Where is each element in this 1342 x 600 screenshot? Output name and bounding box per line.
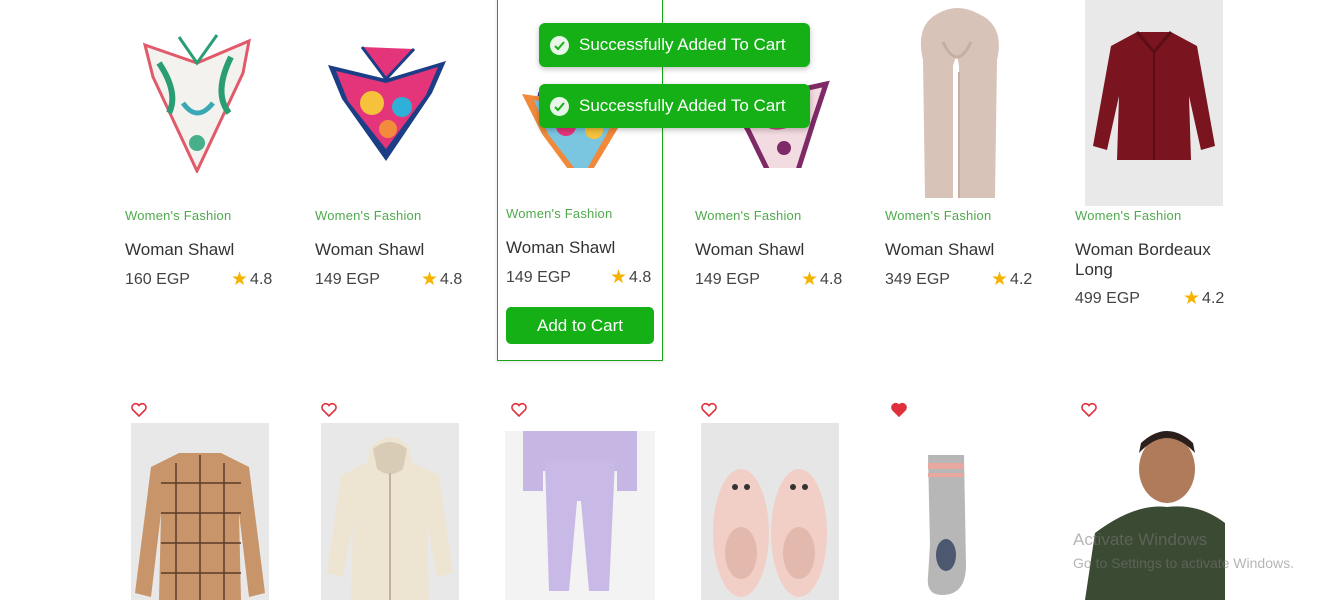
- product-title: Woman Shawl: [125, 240, 235, 259]
- product-category: Women's Fashion: [885, 208, 992, 223]
- product-price: 160 EGP: [125, 271, 190, 288]
- scarf-pink-icon: [328, 46, 446, 161]
- star-icon: ★: [610, 267, 628, 288]
- product-price: 149 EGP: [695, 271, 760, 288]
- watermark-title: Activate Windows: [1073, 530, 1208, 549]
- product-title: Woman Shawl: [695, 240, 805, 259]
- product-rating: ★ 4.8: [231, 269, 273, 290]
- star-icon: ★: [991, 269, 1009, 290]
- scarf-beige-icon: [920, 8, 999, 198]
- heart-outline-icon[interactable]: [130, 402, 148, 418]
- product-image[interactable]: [1067, 0, 1227, 206]
- heart-outline-icon[interactable]: [700, 402, 718, 418]
- product-price: 349 EGP: [885, 271, 950, 288]
- plaid-shirt-icon[interactable]: [131, 423, 269, 600]
- product-image[interactable]: [117, 0, 277, 206]
- product-category: Women's Fashion: [125, 208, 232, 223]
- heart-outline-icon[interactable]: [510, 402, 528, 418]
- product-title: Woman Shawl: [885, 240, 995, 259]
- product-category: Women's Fashion: [315, 208, 422, 223]
- heart-filled-icon[interactable]: [890, 402, 908, 418]
- success-toast: Successfully Added To Cart: [539, 84, 810, 128]
- product-rating: ★ 4.2: [991, 269, 1033, 290]
- product-category: Women's Fashion: [695, 208, 802, 223]
- product-image[interactable]: [307, 0, 467, 206]
- product-image[interactable]: [877, 0, 1037, 206]
- toast-text: Successfully Added To Cart: [579, 96, 786, 115]
- product-title: Woman Shawl: [315, 240, 425, 259]
- sock-icon[interactable]: [918, 455, 978, 600]
- product-title: Woman Bordeaux Long: [1075, 240, 1211, 279]
- rating-value: 4.2: [1202, 290, 1225, 307]
- rating-value: 4.2: [1010, 271, 1033, 288]
- star-icon: ★: [1183, 288, 1201, 309]
- rating-value: 4.8: [629, 269, 652, 286]
- hoodie-icon[interactable]: [321, 423, 459, 600]
- watermark-subtitle: Go to Settings to activate Windows.: [1073, 555, 1294, 571]
- star-icon: ★: [421, 269, 439, 290]
- man-tshirt-icon[interactable]: [1075, 423, 1225, 600]
- slippers-icon[interactable]: [701, 423, 839, 600]
- add-to-cart-button[interactable]: Add to Cart: [506, 307, 654, 344]
- toast-text: Successfully Added To Cart: [579, 35, 786, 54]
- product-title: Woman Shawl: [506, 238, 616, 257]
- scarf-floral-icon: [142, 34, 251, 173]
- product-price: 149 EGP: [506, 269, 571, 286]
- product-rating: ★ 4.8: [421, 269, 463, 290]
- success-toast: Successfully Added To Cart: [539, 23, 810, 67]
- heart-outline-icon[interactable]: [320, 402, 338, 418]
- rating-value: 4.8: [250, 271, 273, 288]
- product-category: Women's Fashion: [1075, 208, 1182, 223]
- product-price: 149 EGP: [315, 271, 380, 288]
- joggers-icon[interactable]: [505, 431, 655, 600]
- star-icon: ★: [801, 269, 819, 290]
- star-icon: ★: [231, 269, 249, 290]
- product-rating: ★ 4.2: [1183, 288, 1225, 309]
- check-circle-icon: [550, 35, 569, 55]
- product-price: 499 EGP: [1075, 290, 1140, 307]
- check-circle-icon: [550, 96, 569, 116]
- product-rating: ★ 4.8: [801, 269, 843, 290]
- product-rating: ★ 4.8: [610, 267, 652, 288]
- rating-value: 4.8: [820, 271, 843, 288]
- heart-outline-icon[interactable]: [1080, 402, 1098, 418]
- product-category: Women's Fashion: [506, 206, 613, 221]
- blouse-bordeaux-icon: [1085, 0, 1223, 206]
- rating-value: 4.8: [440, 271, 463, 288]
